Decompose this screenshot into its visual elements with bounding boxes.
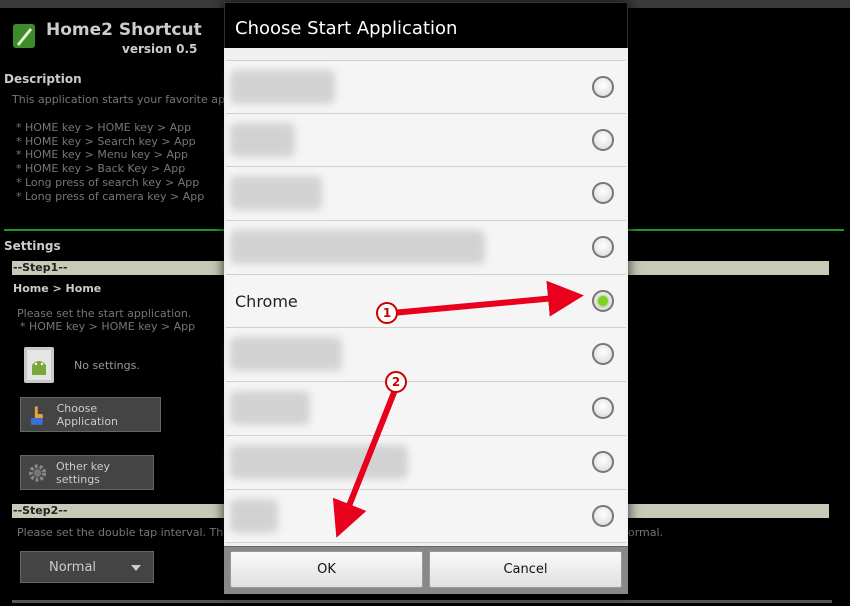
other-key-settings-button[interactable]: Other key settings xyxy=(20,455,154,490)
blurred-app-label xyxy=(230,391,310,426)
blurred-app-label xyxy=(230,70,335,104)
settings-title: Settings xyxy=(4,239,61,253)
android-app-icon xyxy=(24,347,54,383)
key-list-item: * HOME key > Back Key > App xyxy=(16,162,186,176)
description-title: Description xyxy=(4,72,82,86)
list-item[interactable] xyxy=(226,489,626,544)
description-text: This application starts your favorite ap… xyxy=(12,93,239,106)
app-name: Home2 Shortcut xyxy=(46,20,202,40)
no-settings-label: No settings. xyxy=(74,359,140,372)
radio-button[interactable] xyxy=(592,76,614,98)
hand-pointer-icon xyxy=(30,405,44,425)
list-item[interactable] xyxy=(226,60,626,114)
dialog-title: Choose Start Application xyxy=(224,2,628,48)
radio-button[interactable] xyxy=(592,450,614,473)
choose-start-application-dialog: Choose Start Application Chrome OK Cance… xyxy=(224,2,628,594)
blurred-app-label xyxy=(230,444,408,479)
list-item[interactable] xyxy=(226,382,626,436)
blurred-app-label xyxy=(230,337,342,372)
step2-instruction: Please set the double tap interval. The … xyxy=(17,526,245,539)
step2-instruction-tail: ormal. xyxy=(628,526,664,539)
radio-button[interactable] xyxy=(592,182,614,205)
other-key-settings-label: Other key settings xyxy=(56,459,111,486)
app-version: version 0.5 xyxy=(122,42,198,56)
step1-sub-instruction: * HOME key > HOME key > App xyxy=(20,320,196,333)
dropdown-caret-icon xyxy=(131,565,141,571)
gear-icon xyxy=(28,463,47,482)
bottom-divider xyxy=(12,600,832,603)
key-list-item: * Long press of camera key > App xyxy=(16,189,205,203)
radio-button-selected[interactable] xyxy=(592,289,614,312)
key-list-item: * HOME key > Search key > App xyxy=(16,134,196,148)
radio-button[interactable] xyxy=(592,397,614,420)
list-item[interactable] xyxy=(226,435,626,490)
list-item[interactable] xyxy=(226,328,626,383)
key-list: * HOME key > HOME key > App * HOME key >… xyxy=(16,121,204,203)
radio-button[interactable] xyxy=(592,236,614,259)
list-item[interactable] xyxy=(226,113,626,168)
blurred-app-label xyxy=(230,498,278,533)
list-item-chrome[interactable]: Chrome xyxy=(226,274,626,329)
key-list-item: * HOME key > Menu key > App xyxy=(16,148,188,162)
ok-button[interactable]: OK xyxy=(230,551,423,588)
choose-application-button[interactable]: Choose Application xyxy=(20,397,161,432)
blurred-app-label xyxy=(230,230,485,265)
key-list-item: * Long press of search key > App xyxy=(16,175,200,189)
cancel-button[interactable]: Cancel xyxy=(429,551,622,588)
application-list: Chrome xyxy=(226,60,626,544)
tap-interval-value: Normal xyxy=(49,559,97,575)
step1-path: Home > Home xyxy=(13,282,102,295)
radio-button[interactable] xyxy=(592,128,614,151)
choose-application-label: Choose Application xyxy=(56,401,119,428)
step-badge-2: 2 xyxy=(385,371,407,393)
list-item[interactable] xyxy=(226,167,626,222)
step-badge-1: 1 xyxy=(376,302,398,324)
key-list-item: * HOME key > HOME key > App xyxy=(16,121,192,134)
list-item[interactable] xyxy=(226,221,626,275)
step1-instruction: Please set the start application. xyxy=(17,307,192,320)
radio-button[interactable] xyxy=(592,504,614,527)
tap-interval-select[interactable]: Normal xyxy=(20,551,154,583)
app-logo-icon xyxy=(13,24,35,48)
radio-button[interactable] xyxy=(592,343,614,366)
blurred-app-label xyxy=(230,122,295,157)
app-label: Chrome xyxy=(235,291,298,311)
dialog-button-bar: OK Cancel xyxy=(224,546,628,594)
blurred-app-label xyxy=(230,176,322,211)
